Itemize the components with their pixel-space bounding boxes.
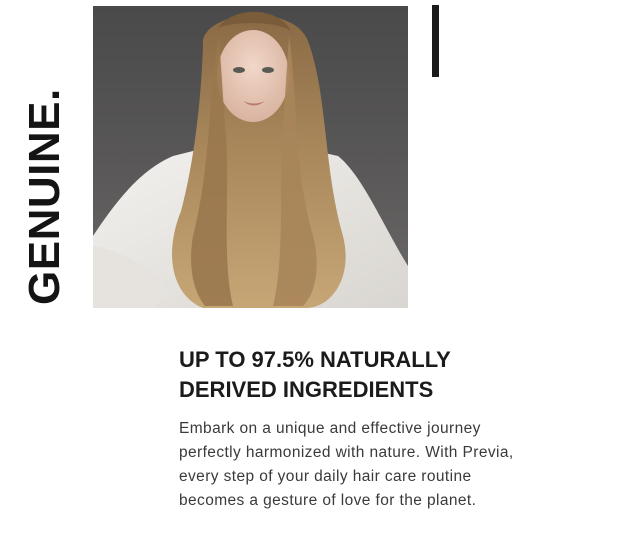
headline-line-1: UP TO 97.5% NATURALLY [179, 347, 451, 372]
description-paragraph: Embark on a unique and effective journey… [179, 417, 599, 513]
description-line-4: becomes a gesture of love for the planet… [179, 492, 477, 509]
description-line-1: Embark on a unique and effective journey [179, 420, 481, 437]
description-line-2: perfectly harmonized with nature. With P… [179, 444, 514, 461]
ingredients-headline: UP TO 97.5% NATURALLY DERIVED INGREDIENT… [179, 345, 599, 405]
portrait-photo-icon [93, 11, 408, 308]
accent-divider-bar [432, 5, 439, 77]
model-portrait-image [93, 6, 408, 308]
headline-line-2: DERIVED INGREDIENTS [179, 377, 434, 402]
genuine-heading: GENUINE. [20, 88, 69, 305]
description-line-3: every step of your daily hair care routi… [179, 468, 472, 485]
